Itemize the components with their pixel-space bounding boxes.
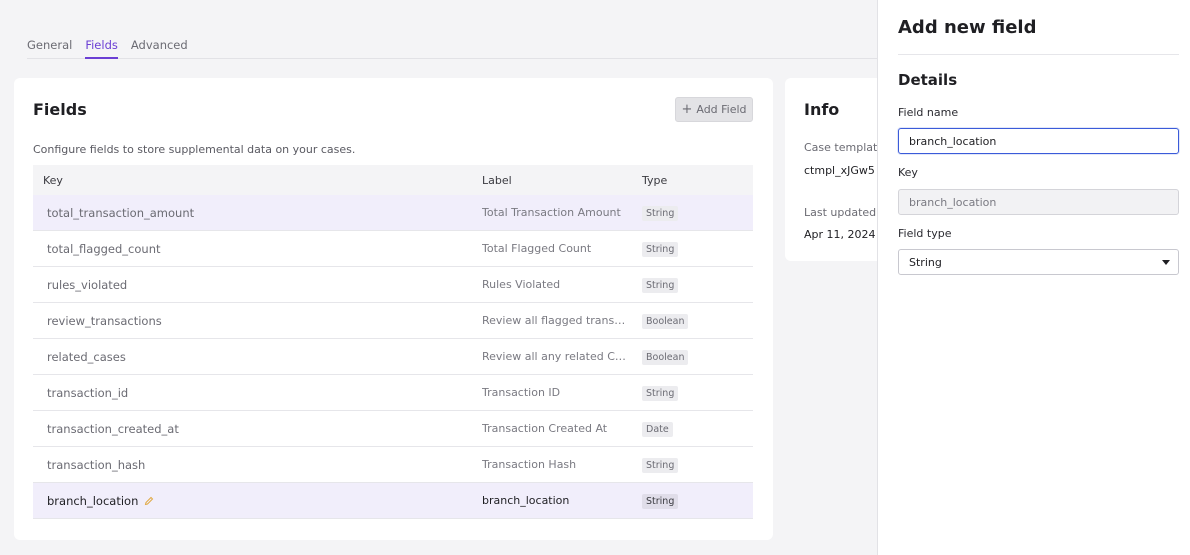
tab-general[interactable]: General <box>27 38 72 59</box>
row-key: transaction_hash <box>47 457 146 472</box>
fields-card: Fields + Add Field Configure fields to s… <box>14 78 773 540</box>
table-row[interactable]: total_flagged_count Total Flagged Count … <box>33 231 753 267</box>
field-type-value: String <box>909 255 942 269</box>
panel-title: Add new field <box>898 17 1037 38</box>
field-type-label: Field type <box>898 227 952 240</box>
tab-fields[interactable]: Fields <box>85 38 118 59</box>
row-key: total_flagged_count <box>47 241 161 256</box>
type-badge: String <box>642 205 679 221</box>
field-name-label: Field name <box>898 106 959 119</box>
divider <box>898 54 1179 55</box>
field-type-select[interactable]: String <box>898 249 1179 275</box>
fields-table: Key Label Type total_transaction_amount … <box>33 165 753 519</box>
tab-advanced[interactable]: Advanced <box>131 38 188 59</box>
row-label: branch_location <box>482 494 570 507</box>
add-field-label: Add Field <box>696 103 747 116</box>
table-row[interactable]: rules_violated Rules Violated String <box>33 267 753 303</box>
row-label: Transaction Created At <box>482 422 608 435</box>
column-header-type: Type <box>642 173 668 187</box>
type-badge: Date <box>642 421 673 437</box>
type-badge: String <box>642 457 679 473</box>
plus-icon: + <box>681 102 693 117</box>
add-field-button[interactable]: + Add Field <box>675 97 753 122</box>
case-template-value: ctmpl_xJGw5 <box>804 164 875 177</box>
row-label: Total Transaction Amount <box>482 206 621 219</box>
last-updated-label: Last updated <box>804 206 877 219</box>
add-field-panel: Add new field Details Field name branch_… <box>877 0 1190 555</box>
info-title: Info <box>804 100 840 119</box>
pencil-icon <box>145 496 154 505</box>
column-header-key: Key <box>43 173 63 187</box>
fields-title: Fields <box>33 100 87 119</box>
row-key: transaction_id <box>47 385 129 400</box>
table-header: Key Label Type <box>33 165 753 195</box>
type-badge: String <box>642 493 679 509</box>
case-template-label: Case template <box>804 141 885 154</box>
table-row[interactable]: transaction_hash Transaction Hash String <box>33 447 753 483</box>
row-label: Review all flagged transa… <box>482 314 632 327</box>
row-key: branch_location <box>47 493 139 508</box>
tab-bar: General Fields Advanced <box>27 38 877 59</box>
type-badge: Boolean <box>642 313 689 329</box>
row-label: Transaction ID <box>482 386 561 399</box>
details-heading: Details <box>898 71 958 89</box>
table-row[interactable]: review_transactions Review all flagged t… <box>33 303 753 339</box>
table-row[interactable]: transaction_id Transaction ID String <box>33 375 753 411</box>
key-label: Key <box>898 166 918 179</box>
key-input: branch_location <box>898 189 1179 215</box>
table-row-new[interactable]: branch_location branch_location String <box>33 483 753 519</box>
type-badge: String <box>642 277 679 293</box>
column-header-label: Label <box>482 173 512 187</box>
table-row[interactable]: related_cases Review all any related Ca…… <box>33 339 753 375</box>
table-row[interactable]: total_transaction_amount Total Transacti… <box>33 195 753 231</box>
row-key: review_transactions <box>47 313 162 328</box>
last-updated-value: Apr 11, 2024 6 <box>804 228 887 241</box>
row-label: Rules Violated <box>482 278 561 291</box>
type-badge: Boolean <box>642 349 689 365</box>
row-label: Total Flagged Count <box>482 242 592 255</box>
table-row[interactable]: transaction_created_at Transaction Creat… <box>33 411 753 447</box>
row-key: rules_violated <box>47 277 128 292</box>
type-badge: String <box>642 385 679 401</box>
row-label: Transaction Hash <box>482 458 577 471</box>
field-name-input[interactable]: branch_location <box>898 128 1179 154</box>
row-label: Review all any related Ca… <box>482 350 633 363</box>
fields-description: Configure fields to store supplemental d… <box>33 143 356 156</box>
row-key: related_cases <box>47 349 126 364</box>
row-key: transaction_created_at <box>47 421 179 436</box>
caret-down-icon <box>1162 259 1170 265</box>
row-key: total_transaction_amount <box>47 205 195 220</box>
type-badge: String <box>642 241 679 257</box>
